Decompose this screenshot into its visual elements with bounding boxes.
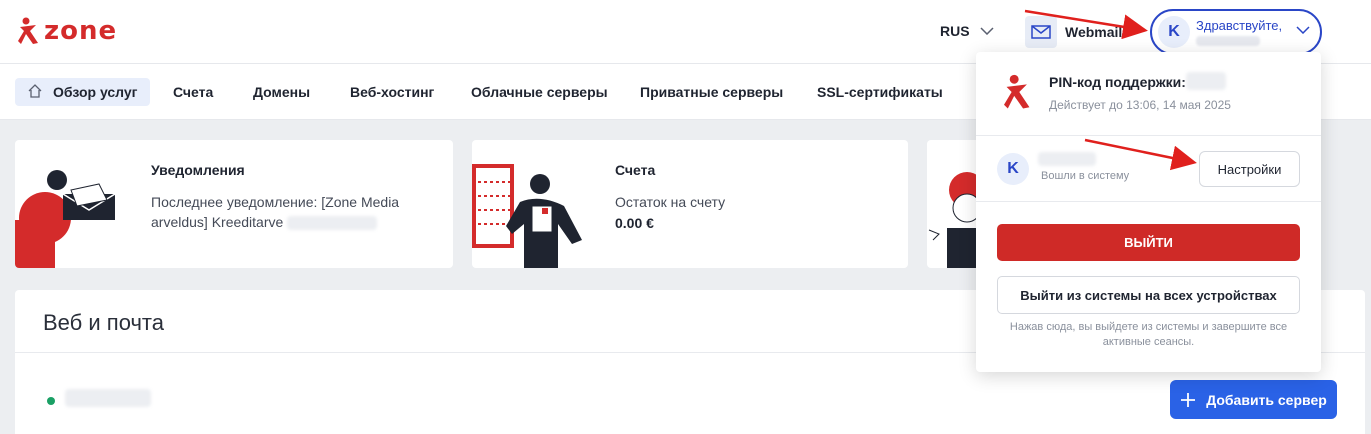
zone-logo[interactable]: zone xyxy=(18,16,117,46)
logged-in-label: Вошли в систему xyxy=(1041,170,1130,182)
user-avatar: K xyxy=(1158,16,1190,48)
user-menu-button[interactable]: K Здравствуйте, xyxy=(1150,9,1322,55)
logout-hint: Нажав сюда, вы выйдете из системы и заве… xyxy=(1009,321,1288,348)
redacted-server-name[interactable] xyxy=(65,389,151,407)
greeting-text: Здравствуйте, xyxy=(1196,18,1283,33)
home-icon xyxy=(28,84,42,98)
pin-title: PIN-код поддержки: xyxy=(1049,74,1186,90)
abacus-illustration xyxy=(472,164,582,268)
runner-icon xyxy=(18,17,38,44)
language-selector[interactable]: RUS xyxy=(940,23,994,39)
balance-label: Остаток на счету xyxy=(615,194,726,210)
card-title: Счета xyxy=(615,162,656,178)
user-avatar: K xyxy=(997,153,1029,185)
accounts-card[interactable]: Счета Остаток на счету 0.00 € xyxy=(472,140,908,268)
logo-text: zone xyxy=(44,16,118,46)
card-title: Уведомления xyxy=(151,162,245,178)
chevron-down-icon xyxy=(1296,26,1310,34)
mail-icon xyxy=(1025,16,1057,48)
nav-item-web-hosting[interactable]: Веб-хостинг xyxy=(350,78,434,106)
logged-user-block: K Вошли в систему Настройки xyxy=(976,136,1321,202)
nav-item-label: Обзор услуг xyxy=(53,84,138,100)
webmail-label: Webmail xyxy=(1065,24,1123,40)
notification-illustration xyxy=(15,170,116,268)
nav-item-cloud-servers[interactable]: Облачные серверы xyxy=(471,78,608,106)
redacted-pin xyxy=(1186,72,1226,90)
notifications-card[interactable]: Уведомления Последнее уведомление: [Zone… xyxy=(15,140,453,268)
section-title: Веб и почта xyxy=(43,310,164,335)
add-server-label: Добавить сервер xyxy=(1206,391,1327,408)
user-dropdown-menu: PIN-код поддержки: Действует до 13:06, 1… xyxy=(976,52,1321,372)
webmail-link[interactable]: Webmail xyxy=(1025,16,1122,48)
nav-item-accounts[interactable]: Счета xyxy=(173,78,213,106)
language-label: RUS xyxy=(940,23,970,39)
logout-all-devices-button[interactable]: Выйти из системы на всех устройствах xyxy=(997,276,1300,314)
nav-item-private-servers[interactable]: Приватные серверы xyxy=(640,78,783,106)
pin-valid-until: Действует до 13:06, 14 мая 2025 xyxy=(1049,98,1231,112)
redacted-username xyxy=(1038,152,1096,166)
status-dot xyxy=(47,397,55,405)
redacted-username xyxy=(1196,36,1260,46)
support-pin-block: PIN-код поддержки: Действует до 13:06, 1… xyxy=(976,52,1321,136)
chevron-down-icon xyxy=(980,27,994,35)
plus-icon xyxy=(1181,392,1196,407)
nav-item-overview[interactable]: Обзор услуг xyxy=(15,78,150,106)
runner-icon xyxy=(1004,74,1030,109)
balance-value: 0.00 € xyxy=(615,215,654,231)
settings-button[interactable]: Настройки xyxy=(1199,151,1300,187)
add-server-button[interactable]: Добавить сервер xyxy=(1170,380,1337,419)
card-text: Последнее уведомление: [Zone Media arvel… xyxy=(151,192,431,232)
nav-item-domains[interactable]: Домены xyxy=(253,78,310,106)
logout-button[interactable]: ВЫЙТИ xyxy=(997,224,1300,261)
nav-item-ssl[interactable]: SSL-сертификаты xyxy=(817,78,943,106)
redacted-text xyxy=(287,216,378,231)
